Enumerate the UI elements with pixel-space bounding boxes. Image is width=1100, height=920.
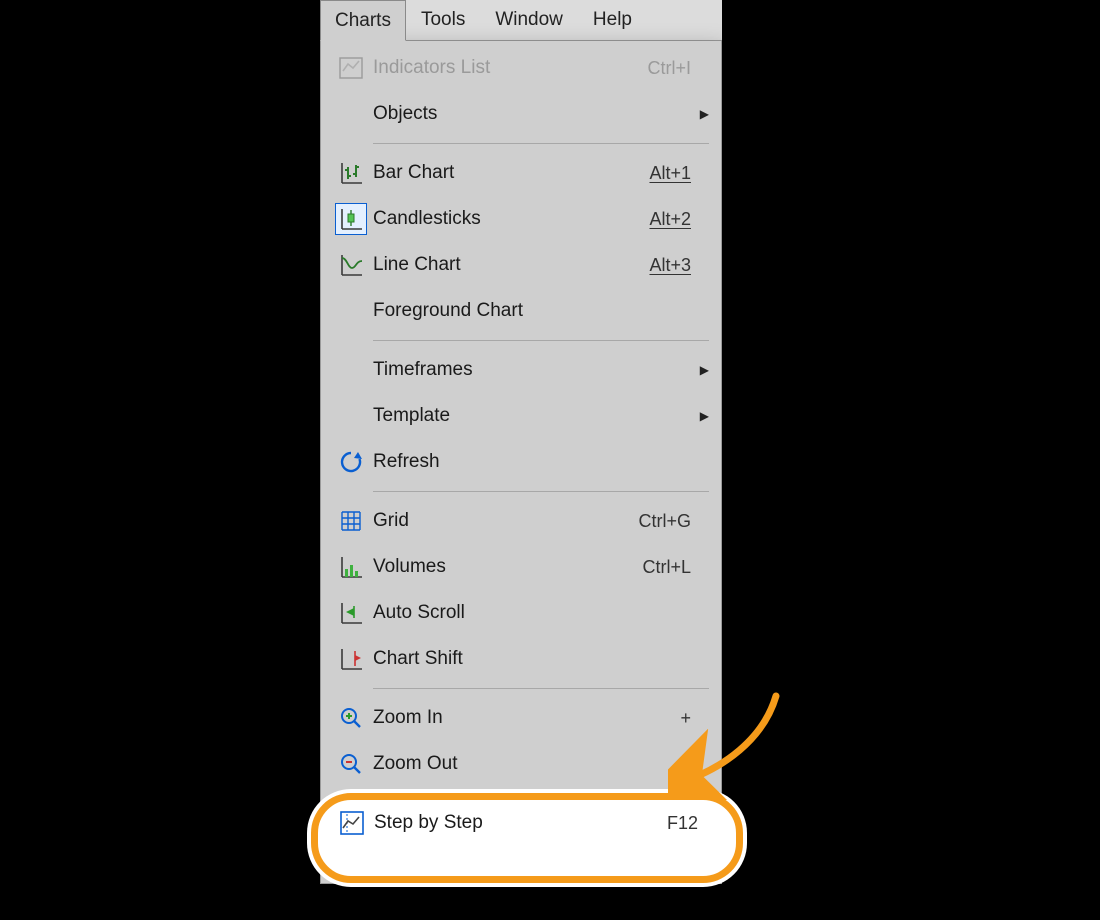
menu-item-accel: Ctrl+L bbox=[621, 557, 691, 578]
volumes-icon bbox=[336, 552, 366, 582]
zoomout-icon bbox=[336, 749, 366, 779]
menu-item-chartshift[interactable]: Chart Shift bbox=[321, 636, 721, 682]
menu-item-label: Line Chart bbox=[373, 254, 621, 276]
menu-item-label: Objects bbox=[373, 103, 621, 125]
submenu-arrow-icon: ▶ bbox=[691, 409, 709, 423]
linechart-icon bbox=[336, 250, 366, 280]
menu-item-accel: + bbox=[621, 708, 691, 729]
menu-item-indicators: Indicators ListCtrl+I bbox=[321, 45, 721, 91]
menu-item-accel: Alt+1 bbox=[621, 163, 691, 184]
menu-item-fg[interactable]: Foreground Chart bbox=[321, 288, 721, 334]
menu-item-zoomin[interactable]: Zoom In+ bbox=[321, 695, 721, 741]
menu-item-autoscroll[interactable]: Auto Scroll bbox=[321, 590, 721, 636]
menu-item-label: Template bbox=[373, 405, 621, 427]
menu-separator bbox=[373, 491, 709, 492]
menu-item-label: Bar Chart bbox=[373, 162, 621, 184]
menubar-label: Help bbox=[593, 9, 632, 31]
menu-item-step-by-step[interactable]: Step by Step F12 bbox=[318, 800, 736, 846]
menu-item-label: Auto Scroll bbox=[373, 602, 621, 624]
menubar-label: Window bbox=[495, 9, 563, 31]
window: Charts Tools Window Help Indicators List… bbox=[320, 0, 722, 884]
menu-item-label: Grid bbox=[373, 510, 621, 532]
menu-item-label: Refresh bbox=[373, 451, 621, 473]
menu-item-accel: Alt+2 bbox=[621, 209, 691, 230]
menubar-item-help[interactable]: Help bbox=[578, 0, 647, 40]
menu-item-grid[interactable]: GridCtrl+G bbox=[321, 498, 721, 544]
indicators-icon bbox=[336, 53, 366, 83]
submenu-arrow-icon: ▶ bbox=[691, 107, 709, 121]
menu-item-label: Properties... bbox=[373, 845, 621, 867]
menu-item-label: Zoom Out bbox=[373, 753, 621, 775]
barchart-icon bbox=[336, 158, 366, 188]
menu-item-accel: - bbox=[621, 754, 691, 775]
menu-item-label: Timeframes bbox=[373, 359, 621, 381]
menu-item-label: Step by Step bbox=[374, 812, 628, 834]
menu-item-accel: F8 bbox=[621, 846, 691, 867]
menu-item-label: Chart Shift bbox=[373, 648, 621, 670]
menu-item-label: Candlesticks bbox=[373, 208, 621, 230]
zoomin-icon bbox=[336, 703, 366, 733]
candle-icon bbox=[335, 203, 367, 235]
submenu-arrow-icon: ▶ bbox=[691, 363, 709, 377]
menubar-item-charts[interactable]: Charts bbox=[320, 0, 406, 41]
menu-item-accel: Ctrl+G bbox=[621, 511, 691, 532]
menu-item-accel: F12 bbox=[628, 813, 698, 834]
menubar-label: Charts bbox=[335, 10, 391, 32]
charts-dropdown: Indicators ListCtrl+IObjects▶Bar ChartAl… bbox=[320, 41, 722, 884]
menubar-item-window[interactable]: Window bbox=[480, 0, 578, 40]
menu-item-timeframes[interactable]: Timeframes ▶ bbox=[321, 347, 721, 393]
refresh-icon bbox=[336, 447, 366, 477]
menu-item-accel: Alt+3 bbox=[621, 255, 691, 276]
menu-item-refresh[interactable]: Refresh bbox=[321, 439, 721, 485]
menu-item-bar[interactable]: Bar ChartAlt+1 bbox=[321, 150, 721, 196]
menubar-item-tools[interactable]: Tools bbox=[406, 0, 480, 40]
menu-separator bbox=[373, 688, 709, 689]
menu-item-volumes[interactable]: VolumesCtrl+L bbox=[321, 544, 721, 590]
menu-item-zoomout[interactable]: Zoom Out- bbox=[321, 741, 721, 787]
menu-item-candle[interactable]: CandlesticksAlt+2 bbox=[321, 196, 721, 242]
step-icon bbox=[337, 808, 367, 838]
menu-item-accel: Ctrl+I bbox=[621, 58, 691, 79]
menu-item-objects[interactable]: Objects ▶ bbox=[321, 91, 721, 137]
grid-icon bbox=[336, 506, 366, 536]
menubar-label: Tools bbox=[421, 9, 465, 31]
autoscroll-icon bbox=[336, 598, 366, 628]
menubar: Charts Tools Window Help bbox=[320, 0, 722, 41]
chartshift-icon bbox=[336, 644, 366, 674]
menu-separator bbox=[373, 340, 709, 341]
menu-item-line[interactable]: Line ChartAlt+3 bbox=[321, 242, 721, 288]
menu-item-label: Zoom In bbox=[373, 707, 621, 729]
menu-separator bbox=[373, 143, 709, 144]
menu-item-label: Volumes bbox=[373, 556, 621, 578]
menu-item-template[interactable]: Template ▶ bbox=[321, 393, 721, 439]
menu-item-label: Indicators List bbox=[373, 57, 621, 79]
menu-item-label: Foreground Chart bbox=[373, 300, 621, 322]
